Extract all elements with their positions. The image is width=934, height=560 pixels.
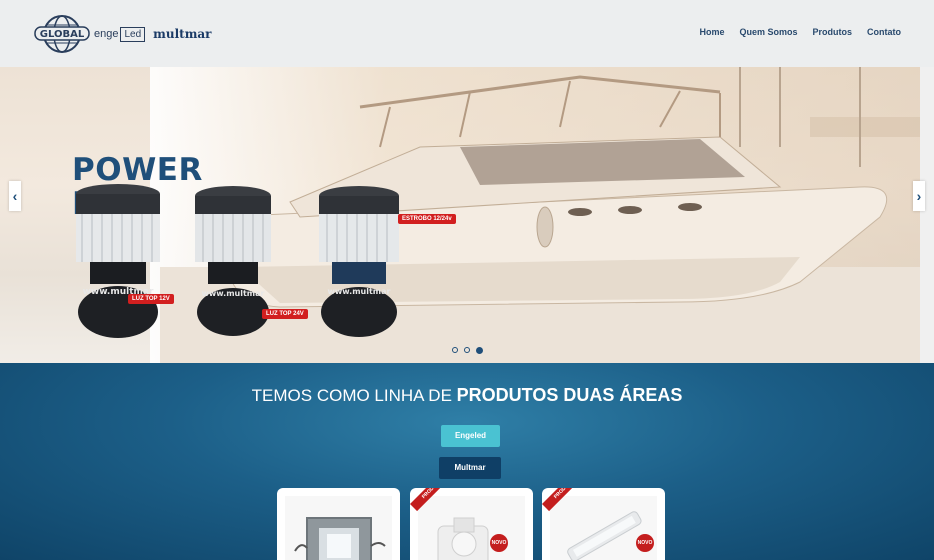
nav-contato[interactable]: Contato bbox=[867, 27, 901, 37]
slider-dot-3[interactable] bbox=[476, 346, 483, 354]
section-title-bold: PRODUTOS DUAS ÁREAS bbox=[456, 385, 683, 405]
hero-slider: POWER LED www.multmar LUZ TOP 12V bbox=[0, 67, 934, 363]
engeled-logo-box: Led bbox=[120, 26, 146, 42]
lamp-brand-text: www.multmar bbox=[202, 289, 265, 298]
engeled-button[interactable]: Engeled bbox=[441, 425, 500, 447]
product-card-image: PRODUTO NOVO bbox=[410, 488, 525, 560]
product-tag: LUZ TOP 12V bbox=[128, 294, 174, 304]
nav-quem-somos[interactable]: Quem Somos bbox=[739, 27, 797, 37]
slider-pagination bbox=[452, 346, 483, 354]
slider-prev-button[interactable]: ‹ bbox=[9, 181, 21, 211]
engeled-logo-prefix: enge bbox=[94, 28, 119, 40]
chevron-left-icon: ‹ bbox=[12, 188, 18, 204]
valve-image bbox=[437, 517, 489, 560]
brand-logos[interactable]: GLOBAL enge Led multmar bbox=[34, 14, 212, 54]
product-tag: LUZ TOP 24V bbox=[262, 309, 308, 319]
section-title: TEMOS COMO LINHA DE PRODUTOS DUAS ÁREAS bbox=[0, 385, 934, 406]
product-luz-top-24v[interactable]: www.multmar LUZ TOP 24V bbox=[188, 184, 308, 349]
product-card[interactable] bbox=[277, 488, 400, 560]
lamp-image: www.multmar bbox=[319, 186, 399, 337]
engeled-logo[interactable]: enge Led bbox=[94, 26, 146, 42]
new-badge: NOVO bbox=[490, 534, 508, 552]
section-title-normal: TEMOS COMO LINHA DE bbox=[251, 386, 457, 405]
product-tag: ESTROBO 12/24v bbox=[398, 214, 456, 224]
slider-next-button[interactable]: › bbox=[913, 181, 925, 211]
new-badge: NOVO bbox=[636, 534, 654, 552]
main-nav: Home Quem Somos Produtos Contato bbox=[699, 27, 901, 37]
product-card[interactable]: PRODUTO NOVO bbox=[410, 488, 533, 560]
nav-produtos[interactable]: Produtos bbox=[813, 27, 853, 37]
product-estrobo[interactable]: www.multmar ESTROBO 12/24v bbox=[312, 184, 456, 349]
globe-icon: GLOBAL bbox=[34, 15, 90, 53]
lamp-image: www.multmar bbox=[195, 186, 271, 336]
multmar-logo[interactable]: multmar bbox=[153, 27, 211, 41]
product-card-image: PRODUTO NOVO bbox=[542, 488, 657, 560]
product-luz-top-12v[interactable]: www.multmar LUZ TOP 12V bbox=[68, 182, 174, 347]
nav-home[interactable]: Home bbox=[699, 27, 724, 37]
site-header: GLOBAL enge Led multmar Home Quem Somos … bbox=[0, 0, 934, 67]
lamp-brand-text: www.multmar bbox=[328, 287, 391, 296]
product-card[interactable]: PRODUTO NOVO bbox=[542, 488, 665, 560]
slider-dot-1[interactable] bbox=[452, 347, 458, 353]
multmar-button[interactable]: Multmar bbox=[439, 457, 501, 479]
recessed-light-image bbox=[294, 517, 386, 560]
global-logo-text: GLOBAL bbox=[40, 29, 85, 40]
slider-edge bbox=[920, 67, 934, 363]
product-lines-section: TEMOS COMO LINHA DE PRODUTOS DUAS ÁREAS … bbox=[0, 363, 934, 560]
lamp-image: www.multmar bbox=[76, 184, 160, 338]
global-logo[interactable]: GLOBAL bbox=[34, 14, 90, 54]
chevron-right-icon: › bbox=[916, 188, 922, 204]
product-card-image bbox=[285, 496, 392, 560]
slider-dot-2[interactable] bbox=[464, 347, 470, 353]
